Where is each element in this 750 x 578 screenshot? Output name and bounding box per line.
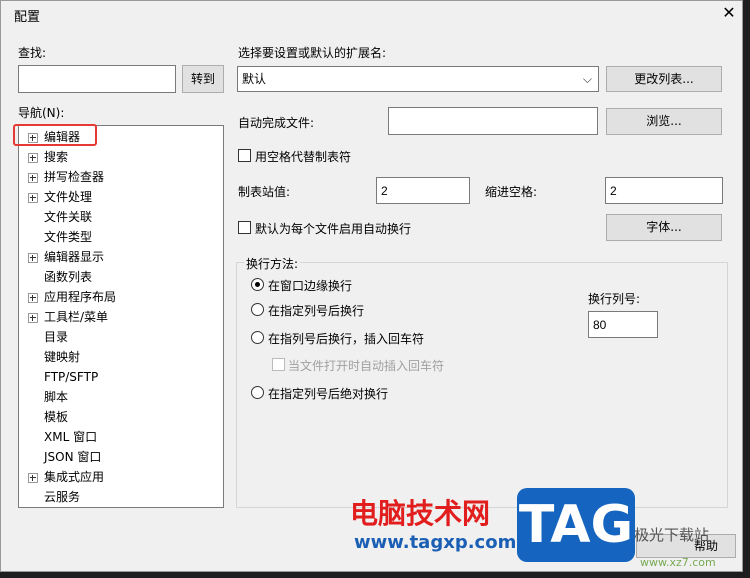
change-list-button[interactable]: 更改列表...: [606, 66, 722, 92]
wrap-col-radio-label: 在指定列号后换行: [268, 304, 365, 318]
browse-button[interactable]: 浏览...: [606, 108, 722, 135]
indent-input[interactable]: [605, 177, 723, 204]
expand-icon[interactable]: [28, 193, 38, 203]
tab-stop-label: 制表站值:: [238, 185, 291, 199]
wrap-col-cr-radio[interactable]: [251, 331, 264, 344]
extension-select-value: 默认: [242, 72, 267, 86]
extension-select[interactable]: 默认 ⌵: [237, 66, 599, 92]
wrap-default-label: 默认为每个文件启用自动换行: [255, 222, 412, 236]
wrap-method-label: 换行方法:: [244, 255, 301, 272]
font-button[interactable]: 字体...: [606, 214, 722, 241]
chevron-down-icon: ⌵: [582, 72, 592, 86]
wrap-col-cr-label: 在指列号后换行，插入回车符: [268, 332, 425, 346]
autocomplete-input[interactable]: [388, 107, 598, 135]
auto-insert-cr-label: 当文件打开时自动插入回车符: [288, 359, 445, 373]
indent-label: 缩进空格:: [485, 185, 538, 199]
watermark-brand: 极光下载站: [634, 526, 710, 544]
wrap-col-input[interactable]: [588, 311, 658, 338]
watermark-url: www.tagxp.com: [354, 532, 517, 553]
watermark-cn: 电脑技术网: [350, 497, 491, 530]
watermark-tag-logo: TAG: [517, 488, 635, 562]
find-input[interactable]: [18, 65, 176, 93]
wrap-absolute-label: 在指定列号后绝对换行: [268, 387, 389, 401]
expand-icon[interactable]: [28, 313, 38, 323]
tab-stop-input[interactable]: [376, 177, 470, 204]
wrap-col-label: 换行列号:: [588, 292, 641, 306]
expand-icon[interactable]: [28, 153, 38, 163]
expand-icon[interactable]: [28, 253, 38, 263]
nav-tree[interactable]: 编辑器 搜索 拼写检查器 文件处理 文件关联 文件类型 编辑器显示 函数列表 应…: [18, 125, 224, 508]
dialog-title: 配置: [14, 10, 41, 25]
watermark-site: www.xz7.com: [640, 556, 716, 569]
wrap-col-radio[interactable]: [251, 303, 264, 316]
wrap-default-checkbox[interactable]: [238, 221, 251, 234]
expand-icon[interactable]: [28, 173, 38, 183]
find-label: 查找:: [18, 46, 47, 60]
expand-icon[interactable]: [28, 293, 38, 303]
wrap-edge-label: 在窗口边缘换行: [268, 279, 353, 293]
goto-button[interactable]: 转到: [182, 65, 224, 93]
extension-label: 选择要设置或默认的扩展名:: [238, 46, 387, 60]
wrap-absolute-radio[interactable]: [251, 386, 264, 399]
auto-insert-cr-checkbox[interactable]: [272, 358, 285, 371]
expand-icon[interactable]: [28, 473, 38, 483]
highlight-box: [13, 124, 97, 146]
use-spaces-label: 用空格代替制表符: [255, 150, 352, 164]
autocomplete-label: 自动完成文件:: [238, 116, 315, 130]
nav-label: 导航(N):: [18, 106, 65, 120]
close-icon[interactable]: ✕: [719, 3, 739, 23]
use-spaces-checkbox[interactable]: [238, 149, 251, 162]
wrap-edge-radio[interactable]: [251, 278, 264, 291]
